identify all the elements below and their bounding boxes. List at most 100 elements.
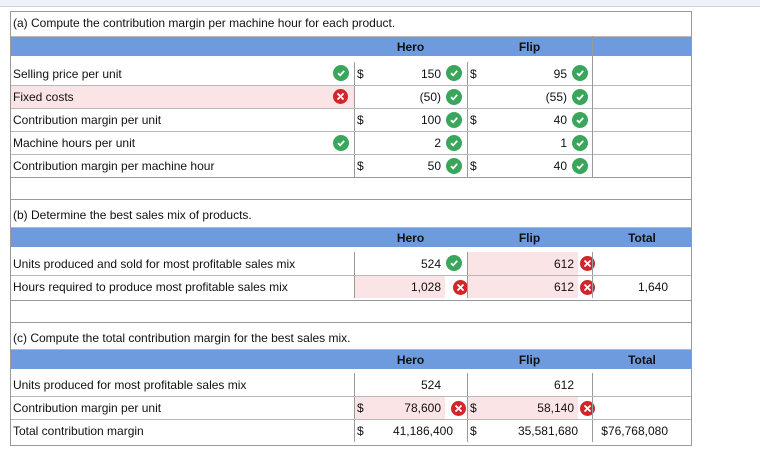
total-units-value: [592, 373, 692, 396]
currency-symbol: $: [354, 397, 368, 419]
header-flip: Flip: [518, 230, 541, 245]
correct-check-icon: [446, 112, 462, 128]
spacer-row: [10, 178, 692, 200]
currency-symbol: $: [467, 155, 481, 177]
table-row: Hours required to produce most profitabl…: [11, 275, 691, 298]
flip-total-cm-value: 35,581,680: [517, 424, 578, 438]
section-b: (b) Determine the best sales mix of prod…: [10, 200, 692, 301]
currency-symbol: [354, 86, 368, 108]
hero-machine-hours-input[interactable]: 2: [368, 132, 445, 154]
section-a-title: (a) Compute the contribution margin per …: [13, 16, 396, 30]
row-label: Contribution margin per unit: [13, 113, 162, 127]
hero-cm-per-unit-input[interactable]: 78,600: [368, 397, 445, 419]
header-total: Total: [628, 230, 656, 245]
row-label: Fixed costs: [11, 86, 354, 108]
table-row: Units produced and sold for most profita…: [11, 252, 691, 275]
section-c: (c) Compute the total contribution margi…: [10, 323, 692, 446]
section-c-title: (c) Compute the total contribution margi…: [13, 331, 351, 345]
header-flip: Flip: [518, 352, 541, 367]
section-a-header-row: Hero Flip: [11, 36, 691, 56]
table-row: Contribution margin per machine hour $ 5…: [11, 154, 691, 177]
header-hero: Hero: [396, 230, 425, 245]
correct-check-icon: [446, 158, 462, 174]
section-a-title-row: (a) Compute the contribution margin per …: [11, 12, 691, 34]
currency-symbol: $: [467, 62, 481, 85]
section-a: (a) Compute the contribution margin per …: [10, 11, 692, 178]
row-label: Units produced and sold for most profita…: [13, 256, 296, 271]
hero-units-value: 524: [420, 377, 441, 392]
header-hero: Hero: [396, 39, 425, 54]
flip-contribution-margin-input[interactable]: 40: [481, 109, 571, 131]
hero-total-cm-value: 41,186,400: [392, 424, 453, 438]
currency-symbol: [467, 132, 481, 154]
table-row: Selling price per unit $ 150 $ 95: [11, 62, 691, 85]
header-flip: Flip: [518, 39, 541, 54]
currency-symbol: [354, 373, 368, 396]
row-label: Contribution margin per unit: [13, 401, 162, 415]
grand-total-cm-value: $76,768,080: [592, 420, 692, 442]
correct-check-icon: [446, 255, 462, 271]
flip-machine-hours-input[interactable]: 1: [481, 132, 571, 154]
hero-selling-price-input[interactable]: 150: [368, 62, 445, 85]
hero-cm-per-hour-input[interactable]: 50: [368, 155, 445, 177]
table-row: Contribution margin per unit $ 78,600 $ …: [11, 396, 691, 419]
table-row: Total contribution margin $ 41,186,400 $…: [11, 419, 691, 442]
row-label: Machine hours per unit: [13, 136, 136, 150]
correct-check-icon: [572, 135, 588, 151]
section-c-header-row: Hero Flip Total: [11, 349, 691, 369]
flip-cm-per-unit-input[interactable]: 58,140: [481, 397, 578, 419]
currency-symbol: [467, 373, 481, 396]
header-hero: Hero: [396, 352, 425, 367]
top-bar: [0, 0, 760, 7]
section-b-title: (b) Determine the best sales mix of prod…: [13, 208, 252, 222]
currency-symbol: $: [354, 420, 368, 442]
currency-symbol: [467, 86, 481, 108]
total-units-value: [592, 252, 692, 275]
table-row: Contribution margin per unit $ 100 $ 40: [11, 108, 691, 131]
incorrect-x-icon: [451, 401, 466, 416]
incorrect-x-icon: [453, 280, 468, 295]
hero-units-input[interactable]: 524: [354, 252, 445, 275]
correct-check-icon: [572, 89, 588, 105]
currency-symbol: $: [354, 109, 368, 131]
total-hours-value: 1,640: [592, 276, 692, 298]
section-b-title-row: (b) Determine the best sales mix of prod…: [11, 200, 691, 226]
row-label: Total contribution margin: [13, 424, 144, 438]
currency-symbol: $: [467, 420, 481, 442]
table-row: Machine hours per unit 2 1: [11, 131, 691, 154]
currency-symbol: $: [467, 109, 481, 131]
incorrect-x-icon: [333, 89, 348, 104]
correct-check-icon: [446, 89, 462, 105]
flip-units-input[interactable]: 612: [467, 252, 578, 275]
hero-contribution-margin-input[interactable]: 100: [368, 109, 445, 131]
section-c-title-row: (c) Compute the total contribution margi…: [11, 323, 691, 349]
correct-check-icon: [572, 65, 588, 81]
column-divider: [592, 36, 593, 178]
correct-check-icon: [333, 65, 349, 81]
currency-symbol: $: [467, 397, 481, 419]
hero-fixed-costs-input[interactable]: (50): [368, 86, 445, 108]
section-b-header-row: Hero Flip Total: [11, 227, 691, 247]
flip-cm-per-hour-input[interactable]: 40: [481, 155, 571, 177]
spacer-row: [10, 301, 692, 323]
row-label: Units produced for most profitable sales…: [13, 377, 247, 392]
currency-symbol: $: [354, 155, 368, 177]
correct-check-icon: [333, 135, 349, 151]
flip-units-value: 612: [553, 377, 574, 392]
row-label: Hours required to produce most profitabl…: [13, 280, 288, 294]
correct-check-icon: [572, 158, 588, 174]
correct-check-icon: [446, 65, 462, 81]
currency-symbol: [354, 132, 368, 154]
flip-selling-price-input[interactable]: 95: [481, 62, 571, 85]
flip-hours-input[interactable]: 612: [467, 276, 578, 298]
header-total: Total: [628, 352, 656, 367]
row-label: Contribution margin per machine hour: [13, 159, 215, 173]
hero-hours-input[interactable]: 1,028: [354, 276, 445, 298]
flip-fixed-costs-input[interactable]: (55): [481, 86, 571, 108]
table-row: Units produced for most profitable sales…: [11, 373, 691, 396]
row-label: Selling price per unit: [13, 66, 122, 81]
correct-check-icon: [572, 112, 588, 128]
currency-symbol: $: [354, 62, 368, 85]
correct-check-icon: [446, 135, 462, 151]
table-row: Fixed costs (50) (55): [11, 85, 691, 108]
